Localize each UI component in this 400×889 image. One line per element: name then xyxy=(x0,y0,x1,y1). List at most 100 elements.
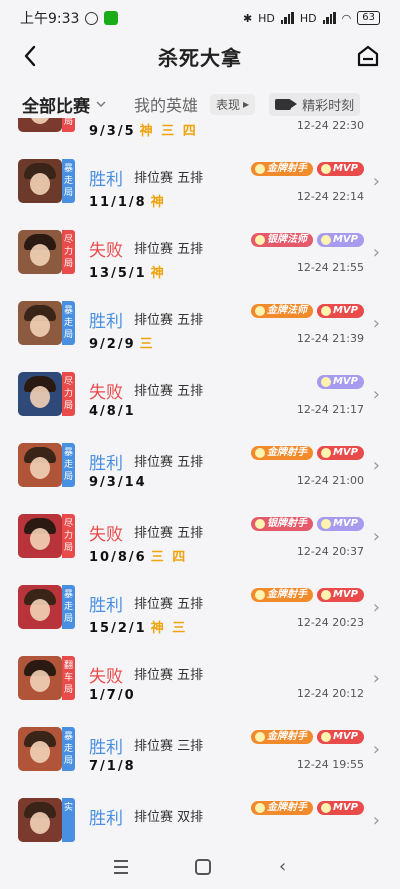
avatar-face xyxy=(30,812,50,834)
match-row[interactable]: 实胜利 排位赛 双排 金牌射手 MVP › xyxy=(0,788,400,844)
match-row[interactable]: 暴走局 胜利 排位赛 五排 9/3/14 金牌射手 MVP 12-24 21:00 › xyxy=(0,433,400,504)
match-row[interactable]: 尽力局 失败 排位赛 五排 4/8/1 MVP 12-24 21:17 › xyxy=(0,362,400,433)
badge-group: MVP xyxy=(316,375,364,389)
back-nav-icon[interactable]: ‹ xyxy=(279,856,286,877)
chevron-right-icon: › xyxy=(372,171,380,192)
trophy-icon xyxy=(320,306,331,316)
hero-avatar xyxy=(18,585,62,629)
match-time: 12-24 21:00 xyxy=(296,474,364,487)
match-time: 12-24 20:23 xyxy=(296,616,364,629)
match-kda: 15/2/1 神 三 xyxy=(89,617,187,636)
tab-performance-label: 表现 xyxy=(216,97,241,112)
bluetooth-icon: ✱ xyxy=(242,11,253,25)
match-row[interactable]: 暴走局 胜利 排位赛 五排 15/2/1 神 三 金牌射手 MVP 12-24 20:23 › xyxy=(0,575,400,646)
rank-badge: 金牌法师 xyxy=(250,304,313,318)
kda-value: 13/5/1 xyxy=(89,266,147,281)
medal-icon xyxy=(254,519,265,529)
badge-group: 金牌射手 MVP xyxy=(250,801,364,815)
home-icon xyxy=(357,45,379,67)
match-mode: 排位赛 五排 xyxy=(134,455,204,470)
match-time: 12-24 21:55 xyxy=(296,261,364,274)
home-button[interactable] xyxy=(356,44,380,68)
avatar-face xyxy=(30,315,50,337)
trophy-icon xyxy=(320,803,331,813)
hero-avatar xyxy=(18,798,62,842)
back-button[interactable] xyxy=(16,42,44,70)
honor-tags: 神 xyxy=(150,266,166,281)
match-list[interactable]: 尽力局失败排位赛 五排9/3/5神 三 四银牌射手MVP12-24 22:30›… xyxy=(0,118,400,844)
honor-tags: 三 四 xyxy=(150,550,188,565)
chevron-right-icon: › xyxy=(372,810,380,831)
match-row[interactable]: 翻车局 失败 排位赛 五排 1/7/0 12-24 20:12 › xyxy=(0,646,400,717)
honor-tags: 三 xyxy=(139,337,155,352)
match-result: 胜利 xyxy=(89,454,123,474)
wechat-icon xyxy=(104,11,119,25)
mvp-label: MVP xyxy=(332,518,358,529)
match-list-inner: 尽力局失败排位赛 五排9/3/5神 三 四银牌射手MVP12-24 22:30›… xyxy=(0,118,400,844)
hero-avatar xyxy=(18,514,62,558)
rank-badge: 金牌射手 xyxy=(250,730,313,744)
avatar-face xyxy=(30,599,50,621)
home-nav-icon[interactable] xyxy=(195,858,212,875)
match-mode: 排位赛 双排 xyxy=(134,810,204,825)
medal-icon xyxy=(254,448,265,458)
match-time: 12-24 21:17 xyxy=(296,403,364,416)
match-tag: 暴走局 xyxy=(62,301,75,345)
match-kda: 9/3/5 神 三 四 xyxy=(89,120,198,139)
chevron-right-icon: › xyxy=(372,526,380,547)
match-mode: 排位赛 五排 xyxy=(134,171,204,186)
honor-tags: 神 xyxy=(150,195,166,210)
trophy-icon xyxy=(320,448,331,458)
mvp-label: MVP xyxy=(332,234,358,245)
match-tag: 尽力局 xyxy=(62,514,75,558)
hero-avatar xyxy=(18,118,62,132)
mvp-label: MVP xyxy=(332,589,358,600)
tab-performance[interactable]: 表现 ▸ xyxy=(210,93,256,115)
match-row[interactable]: 暴走局 胜利 排位赛 五排 9/2/9 三 金牌法师 MVP 12-24 21:39 › xyxy=(0,291,400,362)
kda-value: 1/7/0 xyxy=(89,688,136,703)
tab-highlights-label: 精彩时刻 xyxy=(302,98,355,114)
match-row[interactable]: 尽力局 失败 排位赛 五排 13/5/1 神 银牌法师 MVP 12-24 21:55 › xyxy=(0,220,400,291)
tab-my-heroes[interactable]: 我的英雄 xyxy=(134,92,198,116)
match-result: 失败 xyxy=(89,241,123,261)
badge-group: 金牌射手 MVP xyxy=(250,446,364,460)
match-result: 胜利 xyxy=(89,738,123,758)
badge-group: 银牌射手 MVP xyxy=(250,517,364,531)
kda-value: 9/3/14 xyxy=(89,475,147,490)
rank-badge: 金牌射手 xyxy=(250,162,313,176)
status-bar: 上午9:33 ✱ HD HD ◠ 63 xyxy=(0,0,400,36)
badge-group: 银牌法师 MVP xyxy=(250,233,364,247)
signal-icon xyxy=(280,12,294,24)
menu-icon[interactable] xyxy=(113,859,128,874)
match-time: 12-24 19:55 xyxy=(296,758,364,771)
rank-badge: 银牌射手 xyxy=(250,517,313,531)
mvp-badge: MVP xyxy=(316,446,364,460)
match-time: 12-24 20:37 xyxy=(296,545,364,558)
badge-group: 金牌射手 MVP xyxy=(250,588,364,602)
kda-value: 4/8/1 xyxy=(89,404,136,419)
tab-all-matches[interactable]: 全部比赛 xyxy=(22,92,106,117)
status-left: 上午9:33 xyxy=(20,8,119,28)
medal-icon xyxy=(254,164,265,174)
mvp-label: MVP xyxy=(332,802,358,813)
chevron-right-icon: › xyxy=(372,384,380,405)
match-row[interactable]: 暴走局 胜利 排位赛 五排 11/1/8 神 金牌射手 MVP 12-24 22:14 › xyxy=(0,149,400,220)
network-label-2: HD xyxy=(299,11,317,25)
badge-group: 金牌射手 MVP xyxy=(250,162,364,176)
battery-indicator: 63 xyxy=(357,11,380,25)
match-result: 失败 xyxy=(89,667,123,687)
mvp-badge: MVP xyxy=(316,730,364,744)
rank-badge: 金牌射手 xyxy=(250,588,313,602)
match-row[interactable]: 尽力局 失败 排位赛 五排 10/8/6 三 四 银牌射手 MVP 12-24 20:37 › xyxy=(0,504,400,575)
tab-highlights[interactable]: 精彩时刻 xyxy=(269,92,361,116)
hero-avatar xyxy=(18,443,62,487)
match-row[interactable]: 尽力局失败排位赛 五排9/3/5神 三 四银牌射手MVP12-24 22:30› xyxy=(0,118,400,149)
chevron-right-icon: › xyxy=(373,118,380,121)
rank-badge: 金牌射手 xyxy=(250,801,313,815)
match-mode: 排位赛 三排 xyxy=(134,739,204,754)
hero-avatar xyxy=(18,301,62,345)
rank-badge: 金牌射手 xyxy=(250,446,313,460)
alarm-icon xyxy=(85,11,99,25)
match-row[interactable]: 暴走局 胜利 排位赛 三排 7/1/8 金牌射手 MVP 12-24 19:55 › xyxy=(0,717,400,788)
rank-badge-label: 金牌法师 xyxy=(266,305,307,316)
